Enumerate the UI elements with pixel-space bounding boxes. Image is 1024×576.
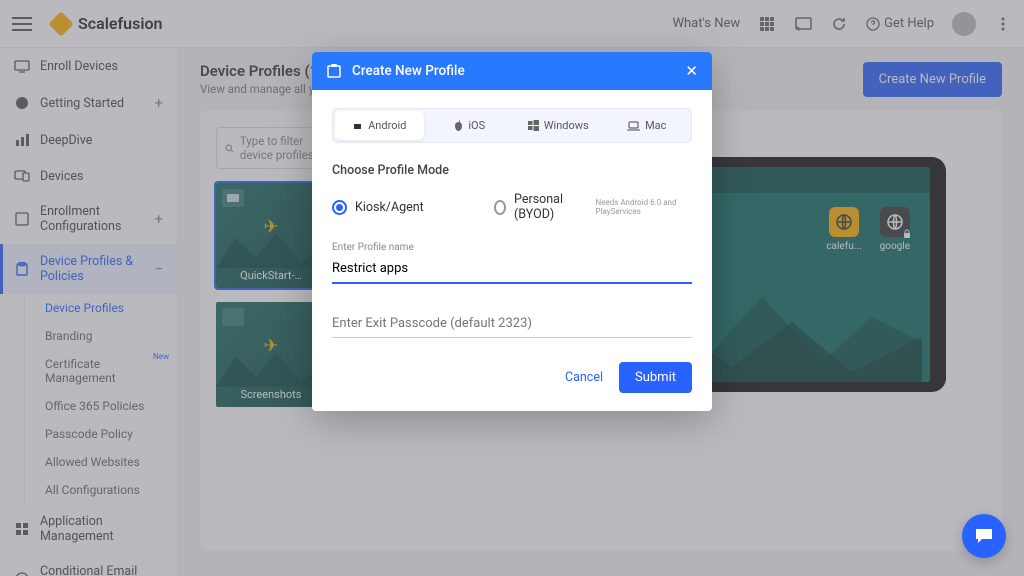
- laptop-icon: [627, 121, 640, 131]
- os-tab-mac[interactable]: Mac: [603, 109, 692, 142]
- chat-launcher[interactable]: [962, 514, 1006, 558]
- chat-icon: [974, 527, 994, 545]
- mode-kiosk-radio[interactable]: Kiosk/Agent: [332, 200, 424, 215]
- close-icon[interactable]: ✕: [685, 62, 698, 80]
- radio-checked-icon: [332, 200, 347, 215]
- submit-button[interactable]: Submit: [619, 362, 692, 393]
- mode-byod-radio[interactable]: Personal (BYOD) Needs Android 6.0 and Pl…: [494, 192, 692, 222]
- modal-title: Create New Profile: [352, 63, 465, 79]
- byod-hint: Needs Android 6.0 and PlayServices: [596, 198, 692, 216]
- android-icon: [352, 120, 363, 131]
- create-profile-modal: Create New Profile ✕ Android iOS Windows…: [312, 52, 712, 411]
- profile-name-label: Enter Profile name: [332, 242, 692, 253]
- cancel-button[interactable]: Cancel: [565, 370, 603, 385]
- radio-unchecked-icon: [494, 200, 506, 215]
- clipboard-icon: [326, 64, 342, 78]
- modal-header: Create New Profile ✕: [312, 52, 712, 90]
- exit-passcode-input[interactable]: [332, 310, 692, 338]
- os-tabs: Android iOS Windows Mac: [332, 108, 692, 143]
- apple-icon: [454, 120, 463, 131]
- os-tab-android[interactable]: Android: [335, 111, 424, 140]
- os-tab-ios[interactable]: iOS: [426, 109, 515, 142]
- modal-overlay[interactable]: Create New Profile ✕ Android iOS Windows…: [0, 0, 1024, 576]
- os-tab-windows[interactable]: Windows: [514, 109, 603, 142]
- choose-mode-label: Choose Profile Mode: [332, 163, 692, 178]
- windows-icon: [528, 120, 539, 131]
- profile-name-input[interactable]: [332, 255, 692, 284]
